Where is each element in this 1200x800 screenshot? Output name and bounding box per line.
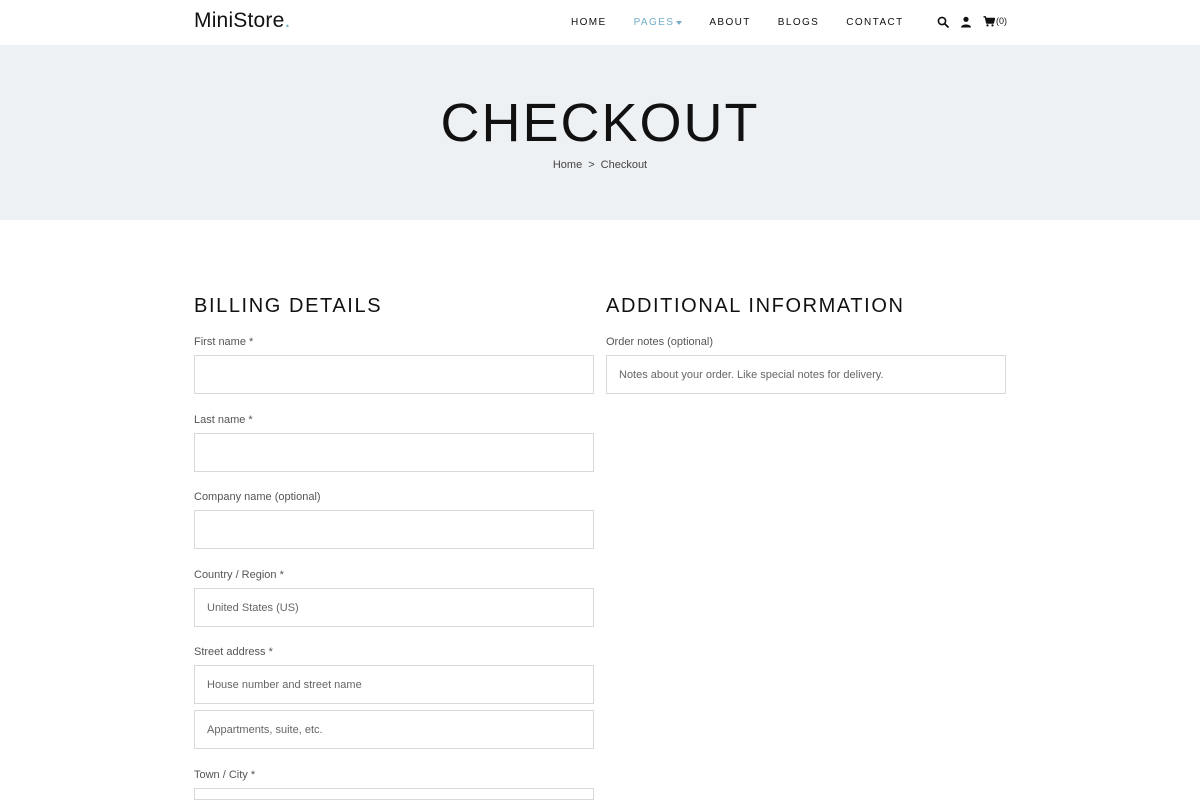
cart-icon	[983, 15, 995, 26]
town-city-input[interactable]	[194, 788, 594, 800]
caret-down-icon	[676, 20, 683, 25]
country-select[interactable]: United States (US)	[194, 588, 594, 627]
nav-pages-label: PAGES	[633, 17, 675, 28]
order-notes-input[interactable]	[606, 355, 1006, 394]
last-name-input[interactable]	[194, 433, 594, 472]
logo[interactable]: MiniStore.	[194, 9, 291, 33]
company-name-input[interactable]	[194, 510, 594, 549]
order-notes-label: Order notes (optional)	[606, 336, 713, 348]
breadcrumb-home[interactable]: Home	[553, 159, 582, 171]
street-address-input[interactable]	[194, 665, 594, 704]
first-name-label: First name *	[194, 336, 254, 348]
nav-pages[interactable]: PAGES	[634, 17, 683, 28]
site-header: MiniStore. HOME PAGES ABOUT BLOGS CONTAC…	[0, 0, 1200, 45]
nav-contact[interactable]: CONTACT	[846, 17, 903, 28]
nav-about[interactable]: ABOUT	[709, 17, 750, 28]
breadcrumb: Home > Checkout	[0, 159, 1200, 171]
breadcrumb-current: Checkout	[600, 159, 648, 171]
cart-button[interactable]: (0)	[983, 15, 1007, 27]
header-icons: (0)	[937, 15, 1007, 28]
user-icon[interactable]	[960, 15, 972, 28]
cart-count: (0)	[996, 16, 1007, 26]
page-title: CHECKOUT	[440, 93, 760, 153]
apartment-input[interactable]	[194, 710, 594, 749]
search-icon[interactable]	[937, 15, 949, 28]
company-name-label: Company name (optional)	[194, 491, 321, 503]
last-name-label: Last name *	[194, 414, 253, 426]
logo-text: MiniStore	[194, 9, 285, 32]
breadcrumb-separator: >	[588, 159, 595, 171]
country-value: United States (US)	[207, 601, 299, 614]
street-address-label: Street address *	[194, 646, 273, 658]
billing-details-title: BILLING DETAILS	[194, 295, 383, 317]
country-label: Country / Region *	[194, 569, 284, 581]
page-hero: CHECKOUT Home > Checkout	[0, 45, 1200, 220]
logo-dot: .	[284, 9, 291, 32]
additional-information-title: ADDITIONAL INFORMATION	[606, 295, 905, 317]
main-nav: HOME PAGES ABOUT BLOGS CONTACT	[571, 17, 931, 28]
nav-home[interactable]: HOME	[571, 17, 607, 28]
first-name-input[interactable]	[194, 355, 594, 394]
town-city-label: Town / City *	[194, 769, 256, 781]
nav-blogs[interactable]: BLOGS	[778, 17, 819, 28]
